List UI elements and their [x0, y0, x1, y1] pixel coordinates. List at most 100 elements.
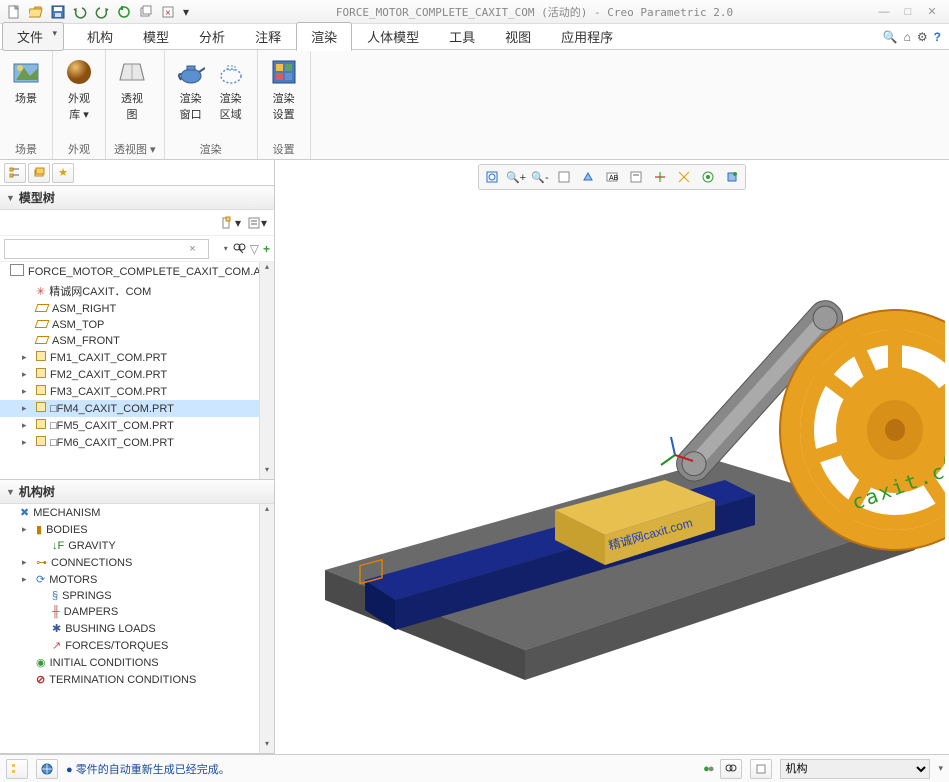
menu-tab-3[interactable]: 注释: [240, 22, 296, 51]
search-dropdown-icon[interactable]: ▾: [224, 244, 228, 253]
tree-item[interactable]: ASM_TOP: [0, 317, 274, 333]
file-menu[interactable]: 文件: [2, 22, 64, 51]
expand-icon[interactable]: ▸: [22, 557, 32, 568]
mechanism-tree-header[interactable]: ▼机构树: [0, 480, 274, 504]
expand-icon[interactable]: ▸: [22, 403, 32, 414]
tree-item[interactable]: ASM_RIGHT: [0, 301, 274, 317]
expand-icon[interactable]: ▸: [22, 386, 32, 397]
zoom-out-icon[interactable]: 🔍-: [529, 167, 551, 187]
tree-item[interactable]: ✱BUSHING LOADS: [0, 620, 274, 637]
annotation-display-icon[interactable]: [673, 167, 695, 187]
menu-tab-2[interactable]: 分析: [184, 22, 240, 51]
regen-icon[interactable]: [114, 3, 134, 21]
ribbon-button-teapot-blue[interactable]: 渲染 窗口: [173, 54, 209, 122]
refit-icon[interactable]: [481, 167, 503, 187]
tree-item[interactable]: ⊘TERMINATION CONDITIONS: [0, 671, 274, 688]
zoom-in-icon[interactable]: 🔍+: [505, 167, 527, 187]
options-icon[interactable]: ⚙: [917, 30, 928, 44]
windows-icon[interactable]: [136, 3, 156, 21]
save-icon[interactable]: [48, 3, 68, 21]
tree-item[interactable]: ╫DAMPERS: [0, 604, 274, 620]
search-help-icon[interactable]: 🔍: [883, 30, 898, 44]
status-browser-icon[interactable]: [36, 759, 58, 779]
scrollbar[interactable]: ▴▾: [259, 504, 274, 753]
tree-item[interactable]: ↓FGRAVITY: [0, 538, 274, 554]
menu-tab-6[interactable]: 工具: [434, 22, 490, 51]
mechanism-icon2[interactable]: [721, 167, 743, 187]
menu-tab-4[interactable]: 渲染: [296, 22, 352, 51]
tree-item[interactable]: FORCE_MOTOR_COMPLETE_CAXIT_COM.ASM: [0, 262, 274, 281]
redo-icon[interactable]: [92, 3, 112, 21]
mechanism-tree[interactable]: ✖MECHANISM▸▮BODIES↓FGRAVITY▸⊶CONNECTIONS…: [0, 504, 274, 754]
view-manager-icon[interactable]: [625, 167, 647, 187]
find-button-icon[interactable]: [720, 759, 742, 779]
ribbon-button-settings-tile[interactable]: 渲染 设置: [266, 54, 302, 122]
selection-filter-icon[interactable]: [750, 759, 772, 779]
tree-tab-icon[interactable]: [4, 163, 26, 183]
undo-icon[interactable]: [70, 3, 90, 21]
tree-item[interactable]: ASM_FRONT: [0, 333, 274, 349]
scrollbar[interactable]: ▴▾: [259, 262, 274, 479]
layers-tab-icon[interactable]: [28, 163, 50, 183]
menu-tab-1[interactable]: 模型: [128, 22, 184, 51]
expand-icon[interactable]: ▸: [22, 352, 32, 363]
filter-icon[interactable]: ▽: [250, 242, 259, 256]
tree-item[interactable]: ✳精诚网CAXIT．COM: [0, 281, 274, 301]
expand-icon[interactable]: ▸: [22, 437, 32, 448]
add-icon[interactable]: +: [263, 242, 270, 256]
expand-icon[interactable]: ▸: [22, 524, 32, 535]
tree-item[interactable]: ▸□FM6_CAXIT_COM.PRT: [0, 434, 274, 451]
find-icon[interactable]: [232, 242, 246, 256]
favorites-tab-icon[interactable]: ★: [52, 163, 74, 183]
search-input[interactable]: [4, 239, 209, 259]
ribbon-button-perspective[interactable]: 透视 图: [114, 54, 150, 122]
tree-item[interactable]: ▸□FM5_CAXIT_COM.PRT: [0, 417, 274, 434]
tree-item[interactable]: §SPRINGS: [0, 588, 274, 604]
repaint-icon[interactable]: [553, 167, 575, 187]
status-tree-icon[interactable]: [6, 759, 28, 779]
maximize-icon[interactable]: □: [901, 5, 915, 19]
tree-item[interactable]: ▸FM3_CAXIT_COM.PRT: [0, 383, 274, 400]
tree-item[interactable]: ▸⟳MOTORS: [0, 571, 274, 588]
ribbon-button-teapot-outline[interactable]: 渲染 区域: [213, 54, 249, 122]
close-icon[interactable]: ✕: [925, 5, 939, 19]
menu-tab-7[interactable]: 视图: [490, 22, 546, 51]
tree-item-label: FM1_CAXIT_COM.PRT: [50, 352, 167, 364]
display-style-icon[interactable]: [577, 167, 599, 187]
home-icon[interactable]: ⌂: [904, 30, 911, 44]
datum-display-icon[interactable]: [649, 167, 671, 187]
tree-item[interactable]: ▸□FM4_CAXIT_COM.PRT: [0, 400, 274, 417]
expand-icon[interactable]: ▸: [22, 420, 32, 431]
show-dropdown-icon[interactable]: ▾: [246, 213, 268, 233]
filter-selector[interactable]: 机构: [780, 759, 930, 779]
expand-icon[interactable]: ▸: [22, 574, 32, 585]
menu-tab-0[interactable]: 机构: [72, 22, 128, 51]
tree-item[interactable]: ▸▮BODIES: [0, 521, 274, 538]
tree-item[interactable]: ↗FORCES/TORQUES: [0, 637, 274, 654]
mechanism-icon1[interactable]: [697, 167, 719, 187]
expand-icon[interactable]: ▸: [22, 369, 32, 380]
model-tree[interactable]: FORCE_MOTOR_COMPLETE_CAXIT_COM.ASM✳精诚网CA…: [0, 262, 274, 480]
minimize-icon[interactable]: —: [877, 5, 891, 19]
open-icon[interactable]: [26, 3, 46, 21]
3d-viewport[interactable]: 🔍+ 🔍- AB: [275, 160, 949, 754]
ribbon-button-sphere[interactable]: 外观 库 ▾: [61, 54, 97, 122]
tree-item[interactable]: ◉INITIAL CONDITIONS: [0, 654, 274, 671]
menu-tab-5[interactable]: 人体模型: [352, 22, 434, 51]
menu-tab-8[interactable]: 应用程序: [546, 22, 628, 51]
tree-item[interactable]: ✖MECHANISM: [0, 504, 274, 521]
tree-item[interactable]: ▸⊶CONNECTIONS: [0, 554, 274, 571]
tree-item[interactable]: ▸ FM1_CAXIT_COM.PRT: [0, 349, 274, 366]
close-window-icon[interactable]: ×: [158, 3, 178, 21]
qat-dropdown-icon[interactable]: ▾: [180, 3, 192, 21]
settings-dropdown-icon[interactable]: ▾: [220, 213, 242, 233]
svg-text:AB: AB: [609, 175, 619, 182]
filter-dropdown-icon[interactable]: ▾: [938, 763, 943, 774]
motors-icon: ⟳: [36, 573, 45, 586]
new-icon[interactable]: [4, 3, 24, 21]
tree-item[interactable]: ▸FM2_CAXIT_COM.PRT: [0, 366, 274, 383]
help-icon[interactable]: ?: [934, 30, 941, 44]
ribbon-button-scene[interactable]: 场景: [8, 54, 44, 106]
saved-view-icon[interactable]: AB: [601, 167, 623, 187]
model-tree-header[interactable]: ▼模型树: [0, 186, 274, 210]
